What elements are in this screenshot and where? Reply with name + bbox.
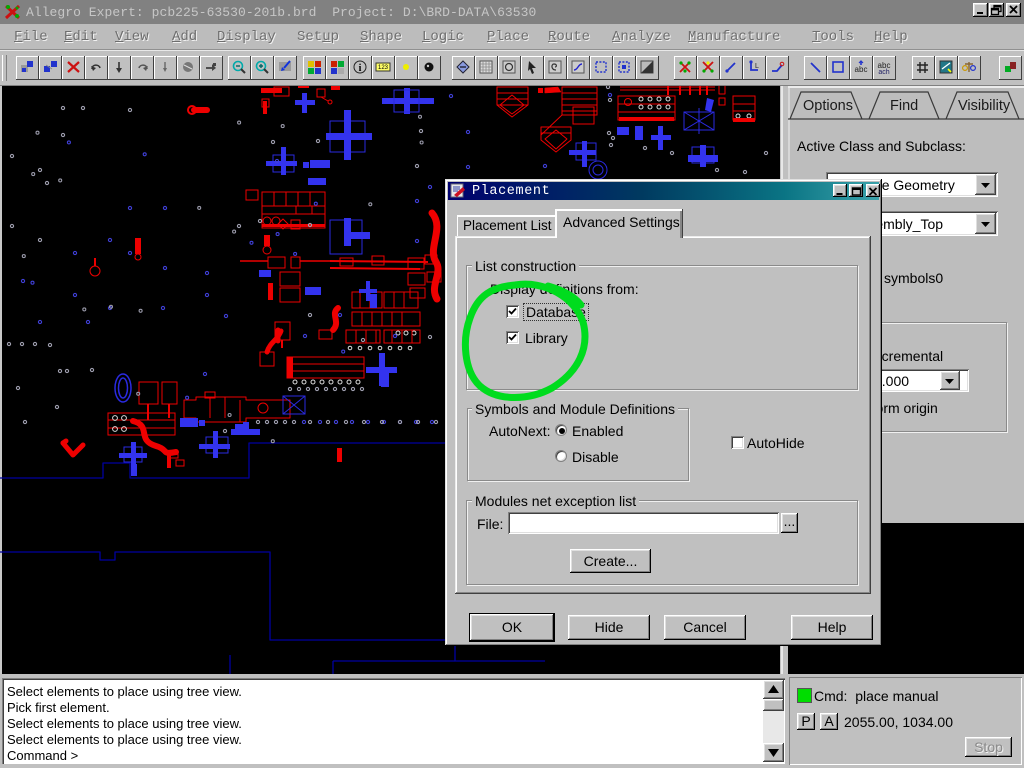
svg-text:abc: abc	[855, 65, 868, 74]
svg-text:Options: Options	[803, 98, 853, 114]
svg-text:123: 123	[378, 65, 389, 71]
svg-text:Visibility: Visibility	[958, 98, 1011, 114]
svg-text:Find: Find	[890, 98, 918, 114]
svg-text:L: L	[755, 63, 759, 70]
svg-text:i: i	[359, 63, 362, 74]
svg-text:ach: ach	[878, 69, 889, 76]
